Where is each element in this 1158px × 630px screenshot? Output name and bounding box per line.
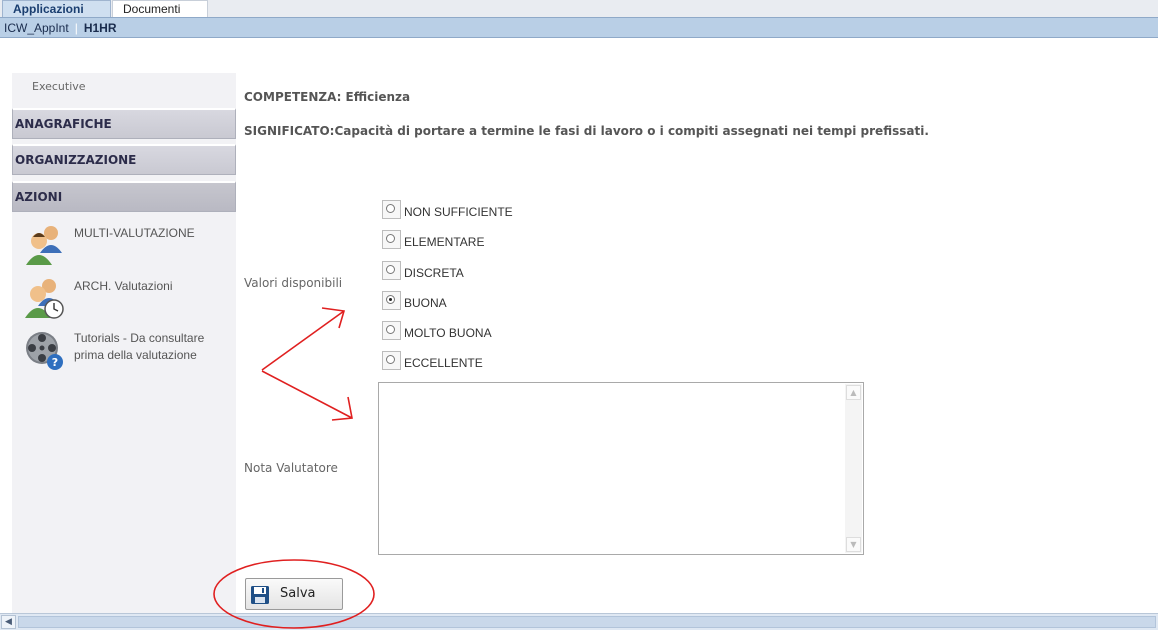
sidebar-item-multi-valutazione[interactable]: MULTI-VALUTAZIONE bbox=[24, 223, 234, 273]
nota-label: Nota Valutatore bbox=[244, 461, 338, 475]
significato-text: SIGNIFICATO:Capacità di portare a termin… bbox=[244, 124, 929, 138]
sidebar: Executive ANAGRAFICHE ORGANIZZAZIONE AZI… bbox=[12, 73, 236, 613]
radio-eccellente[interactable]: ECCELLENTE bbox=[382, 351, 582, 371]
sidebar-section-azioni[interactable]: AZIONI bbox=[12, 181, 236, 212]
radio-button[interactable] bbox=[386, 234, 395, 243]
breadcrumb-app[interactable]: ICW_AppInt bbox=[4, 21, 69, 35]
radio-button[interactable] bbox=[386, 265, 395, 274]
horizontal-scrollbar[interactable]: ◀ bbox=[0, 613, 1158, 630]
radio-label: DISCRETA bbox=[404, 266, 464, 280]
sidebar-section-organizzazione[interactable]: ORGANIZZAZIONE bbox=[12, 144, 236, 175]
radio-button-selected[interactable] bbox=[386, 295, 395, 304]
main-panel: COMPETENZA: Efficienza SIGNIFICATO:Capac… bbox=[236, 73, 1158, 613]
breadcrumb-module[interactable]: H1HR bbox=[84, 21, 117, 35]
nota-valutatore-textarea[interactable] bbox=[378, 382, 864, 555]
scrollbar-thumb[interactable] bbox=[18, 616, 1156, 628]
sidebar-section-anagrafiche[interactable]: ANAGRAFICHE bbox=[12, 108, 236, 139]
tab-applicazioni[interactable]: Applicazioni bbox=[2, 0, 111, 17]
radio-label: BUONA bbox=[404, 296, 447, 310]
breadcrumb-separator: | bbox=[74, 21, 78, 35]
users-clock-icon bbox=[25, 279, 64, 319]
film-reel-help-icon: ? bbox=[26, 332, 63, 370]
radio-buona[interactable]: BUONA bbox=[382, 291, 582, 311]
users-icon bbox=[26, 226, 62, 265]
radio-label: NON SUFFICIENTE bbox=[404, 205, 513, 219]
radio-discreta[interactable]: DISCRETA bbox=[382, 261, 582, 281]
radio-button[interactable] bbox=[386, 204, 395, 213]
radio-elementare[interactable]: ELEMENTARE bbox=[382, 230, 582, 250]
floppy-disk-icon bbox=[251, 586, 269, 604]
competenza-title: COMPETENZA: Efficienza bbox=[244, 90, 411, 104]
sidebar-item-arch-valutazioni[interactable]: ARCH. Valutazioni bbox=[24, 276, 234, 326]
sidebar-title: Executive bbox=[32, 80, 86, 93]
save-button[interactable]: Salva bbox=[245, 578, 343, 610]
svg-text:?: ? bbox=[52, 356, 58, 369]
top-tab-bar: Applicazioni Documenti bbox=[0, 0, 1158, 17]
save-button-label: Salva bbox=[280, 586, 316, 601]
radio-molto-buona[interactable]: MOLTO BUONA bbox=[382, 321, 582, 341]
sidebar-item-label: MULTI-VALUTAZIONE bbox=[74, 226, 195, 240]
sidebar-item-label: Tutorials - Da consultare prima della va… bbox=[74, 331, 205, 362]
valori-label: Valori disponibili bbox=[244, 276, 343, 290]
radio-label: ECCELLENTE bbox=[404, 356, 483, 370]
scroll-left-icon[interactable]: ◀ bbox=[1, 615, 16, 629]
radio-button[interactable] bbox=[386, 325, 395, 334]
tab-documenti[interactable]: Documenti bbox=[112, 0, 208, 17]
sidebar-item-label: ARCH. Valutazioni bbox=[74, 279, 173, 293]
radio-non-sufficiente[interactable]: NON SUFFICIENTE bbox=[382, 200, 582, 220]
radio-label: MOLTO BUONA bbox=[404, 326, 492, 340]
sidebar-item-tutorials[interactable]: ? Tutorials - Da consultare prima della … bbox=[24, 328, 234, 378]
radio-label: ELEMENTARE bbox=[404, 235, 485, 249]
breadcrumb: ICW_AppInt | H1HR bbox=[0, 17, 1158, 38]
radio-button[interactable] bbox=[386, 355, 395, 364]
